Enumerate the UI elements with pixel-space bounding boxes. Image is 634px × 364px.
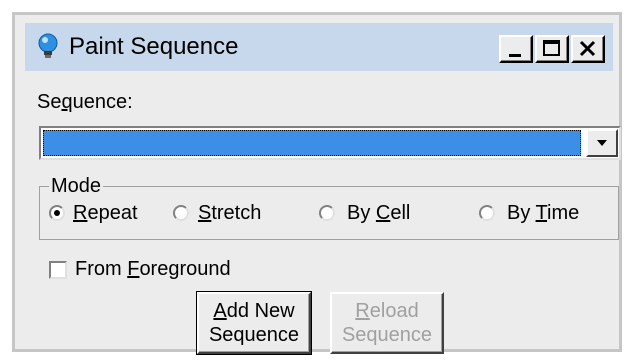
- reload-line1: Reload: [355, 300, 419, 322]
- chevron-down-icon: [597, 140, 607, 146]
- sequence-selected-value: [43, 130, 581, 156]
- title-bar[interactable]: Paint Sequence: [25, 23, 613, 71]
- radio-by-time[interactable]: [479, 205, 495, 221]
- dropdown-button[interactable]: [586, 129, 618, 157]
- add-new-sequence-button[interactable]: Add New Sequence: [196, 291, 312, 355]
- from-foreground-checkbox[interactable]: [49, 261, 67, 279]
- radio-by-cell[interactable]: [319, 205, 335, 221]
- lightbulb-icon: [38, 33, 58, 58]
- sequence-dropdown[interactable]: [39, 126, 621, 160]
- radio-label-by-cell[interactable]: By Cell: [347, 201, 410, 225]
- reload-sequence-button[interactable]: Reload Sequence: [330, 292, 444, 354]
- add-new-line1: Add New: [213, 300, 295, 322]
- add-new-line2: Sequence: [208, 324, 300, 346]
- sequence-label: Sequence:: [37, 91, 133, 113]
- minimize-button[interactable]: [499, 35, 533, 63]
- paint-sequence-window: Paint Sequence Sequence: Mode Repeat Str…: [12, 12, 622, 355]
- close-icon: [579, 40, 596, 57]
- radio-label-stretch[interactable]: Stretch: [198, 201, 261, 225]
- window-title: Paint Sequence: [69, 33, 239, 60]
- from-foreground-label[interactable]: From Foreground: [75, 257, 231, 281]
- radio-repeat[interactable]: [49, 205, 65, 221]
- maximize-button[interactable]: [535, 35, 569, 63]
- mode-group-label: Mode: [49, 175, 104, 197]
- radio-stretch[interactable]: [173, 205, 189, 221]
- radio-selected-dot: [54, 210, 60, 216]
- maximize-icon: [543, 40, 560, 56]
- radio-label-repeat[interactable]: Repeat: [73, 201, 138, 225]
- minimize-icon: [509, 54, 521, 57]
- reload-line2: Sequence: [341, 324, 433, 346]
- close-button[interactable]: [571, 35, 605, 63]
- radio-label-by-time[interactable]: By Time: [507, 201, 579, 225]
